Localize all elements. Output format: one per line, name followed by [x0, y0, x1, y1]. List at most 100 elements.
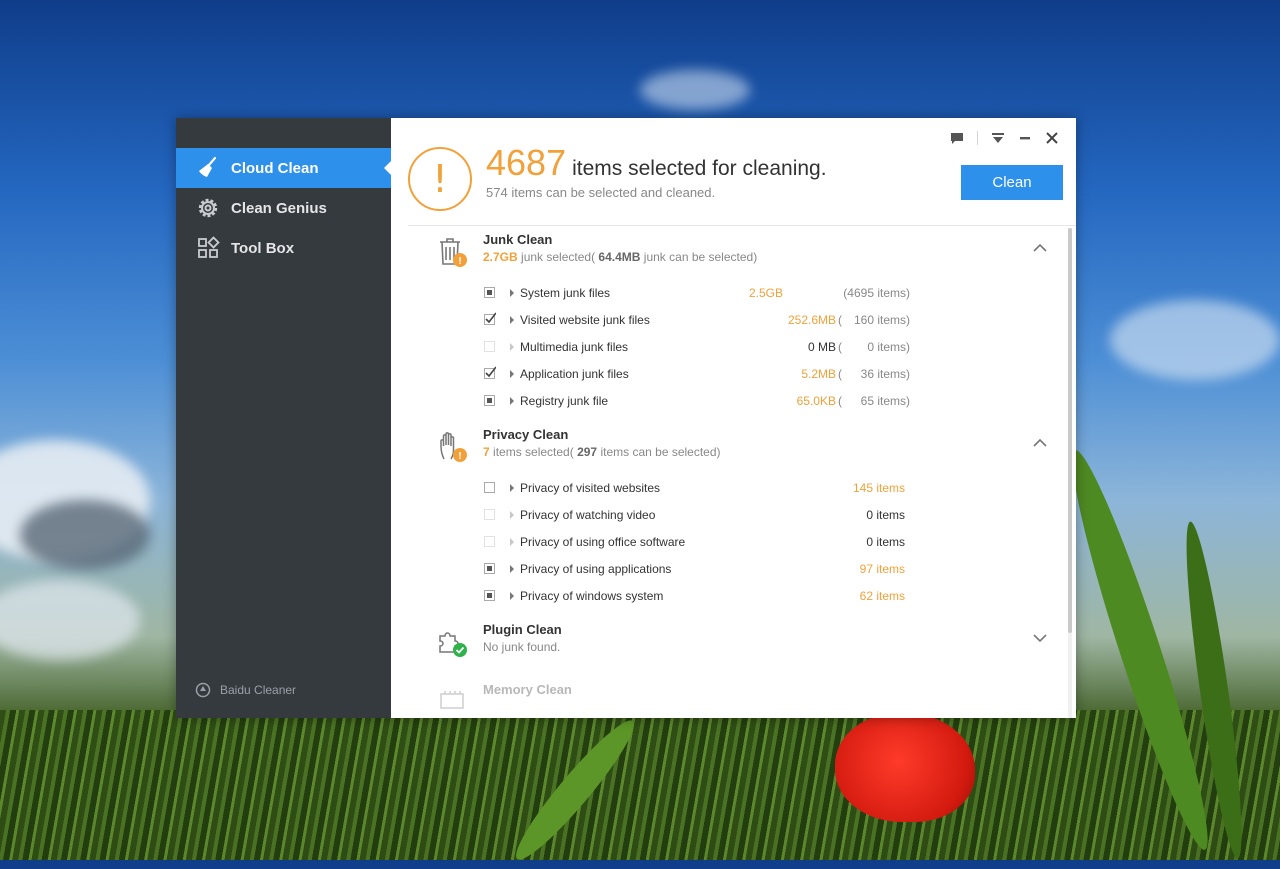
row-count: 160 items): [853, 313, 910, 327]
scan-results: ! Junk Clean 2.7GB junk selected( 64.4MB…: [408, 226, 1076, 718]
app-window: Cloud Clean Clean Genius Tool Box Baidu …: [176, 118, 1076, 718]
section-status: No junk found.: [483, 640, 561, 654]
row-paren: (: [838, 394, 842, 408]
expand-arrow-icon[interactable]: [510, 370, 514, 378]
row-name: System junk files: [520, 286, 611, 300]
clean-button[interactable]: Clean: [961, 165, 1063, 200]
row-checkbox[interactable]: [484, 482, 495, 493]
summary-text: items can be selected): [600, 445, 721, 459]
memory-icon: [440, 691, 464, 709]
row-checkbox[interactable]: [484, 287, 495, 298]
row-name: Visited website junk files: [520, 313, 650, 327]
row-checkbox[interactable]: [484, 366, 496, 379]
broom-icon: [196, 156, 220, 180]
expand-arrow-icon[interactable]: [510, 316, 514, 324]
baidu-logo-icon: [195, 682, 211, 698]
feedback-icon[interactable]: [945, 128, 969, 148]
section-title: Junk Clean: [483, 232, 553, 247]
brand: Baidu Cleaner: [195, 682, 296, 698]
privacy-row: Privacy of windows system 62 items: [408, 583, 928, 610]
row-name: Privacy of using applications: [520, 562, 672, 576]
window-controls: [942, 128, 1064, 148]
row-checkbox[interactable]: [484, 590, 495, 601]
collapse-chevron-icon[interactable]: [1030, 240, 1050, 256]
puzzle-icon: [439, 632, 467, 657]
row-count: 0 items): [867, 340, 910, 354]
minimize-icon[interactable]: [1013, 128, 1037, 148]
row-paren: (: [838, 313, 842, 327]
row-checkbox[interactable]: [484, 563, 495, 574]
row-count: 97 items: [859, 562, 905, 576]
control-divider: [977, 131, 978, 145]
sidebar-item-clean-genius[interactable]: Clean Genius: [176, 188, 391, 228]
close-icon[interactable]: [1040, 128, 1064, 148]
sidebar-item-label: Cloud Clean: [231, 159, 319, 177]
row-name: Application junk files: [520, 367, 629, 381]
section-title: Privacy Clean: [483, 427, 569, 442]
row-paren: (: [838, 367, 842, 381]
junk-row: Visited website junk files 252.6MB ( 160…: [408, 307, 928, 334]
row-size: 252.6MB: [787, 313, 836, 327]
sidebar-item-tool-box[interactable]: Tool Box: [176, 228, 391, 268]
svg-text:!: !: [458, 256, 461, 267]
junk-available-size: 64.4MB: [598, 250, 641, 264]
row-count: 62 items: [859, 589, 905, 603]
row-name: Privacy of watching video: [520, 508, 656, 522]
row-name: Privacy of windows system: [520, 589, 664, 603]
privacy-clean-section: ! Privacy Clean 7 items selected( 297 it…: [408, 421, 1048, 616]
junk-row: System junk files 2.5GB (4695 items): [408, 280, 928, 307]
row-name: Privacy of using office software: [520, 535, 686, 549]
junk-selected-size: 2.7GB: [483, 250, 518, 264]
alert-icon: !: [408, 147, 472, 211]
scrollbar-thumb[interactable]: [1068, 228, 1072, 633]
collapse-chevron-icon[interactable]: [1030, 435, 1050, 451]
section-summary: 2.7GB junk selected( 64.4MB junk can be …: [483, 250, 757, 264]
expand-chevron-icon[interactable]: [1030, 630, 1050, 646]
row-count: (4695 items): [843, 286, 910, 300]
row-name: Registry junk file: [520, 394, 609, 408]
expand-arrow-icon: [510, 538, 514, 546]
expand-arrow-icon[interactable]: [510, 397, 514, 405]
expand-arrow-icon[interactable]: [510, 592, 514, 600]
plugin-clean-section: Plugin Clean No junk found.: [408, 616, 1048, 676]
hand-icon: !: [440, 432, 467, 462]
headline: 4687 items selected for cleaning.: [486, 142, 827, 184]
row-checkbox[interactable]: [484, 312, 496, 325]
row-count: 0 items: [866, 535, 905, 549]
privacy-selected-count: 7: [483, 445, 490, 459]
expand-arrow-icon[interactable]: [510, 565, 514, 573]
section-title: Memory Clean: [483, 682, 572, 697]
row-name: Multimedia junk files: [520, 340, 629, 354]
trash-icon: !: [440, 238, 467, 267]
row-checkbox[interactable]: [484, 395, 495, 406]
selected-count: 4687: [486, 142, 567, 183]
row-checkbox: [484, 341, 495, 352]
row-paren: (: [838, 340, 842, 354]
menu-icon[interactable]: [986, 128, 1010, 148]
privacy-row: Privacy of visited websites 145 items: [408, 475, 928, 502]
available-count: 574: [486, 185, 508, 200]
gear-icon: [196, 196, 220, 220]
junk-row: Application junk files 5.2MB ( 36 items): [408, 361, 928, 388]
subline: 574 items can be selected and cleaned.: [486, 185, 715, 200]
row-size: 5.2MB: [801, 367, 836, 381]
headline-text: items selected for cleaning.: [572, 157, 827, 180]
expand-arrow-icon[interactable]: [510, 289, 514, 297]
main-panel: ! 4687 items selected for cleaning. 574 …: [391, 118, 1076, 718]
sidebar-item-cloud-clean[interactable]: Cloud Clean: [176, 148, 391, 188]
row-name: Privacy of visited websites: [520, 481, 661, 495]
row-count: 0 items: [866, 508, 905, 522]
expand-arrow-icon: [510, 343, 514, 351]
scrollbar[interactable]: [1068, 228, 1072, 718]
row-checkbox: [484, 536, 495, 547]
expand-arrow-icon[interactable]: [510, 484, 514, 492]
summary-text: junk selected(: [521, 250, 596, 264]
privacy-row: Privacy of using applications 97 items: [408, 556, 928, 583]
row-size: 65.0KB: [796, 394, 836, 408]
available-text: items can be selected and cleaned.: [511, 185, 716, 200]
sidebar-item-label: Tool Box: [231, 239, 295, 257]
row-size: 2.5GB: [748, 286, 783, 300]
privacy-available-count: 297: [577, 445, 598, 459]
summary-text: items selected(: [493, 445, 574, 459]
privacy-row: Privacy of using office software 0 items: [408, 529, 928, 556]
